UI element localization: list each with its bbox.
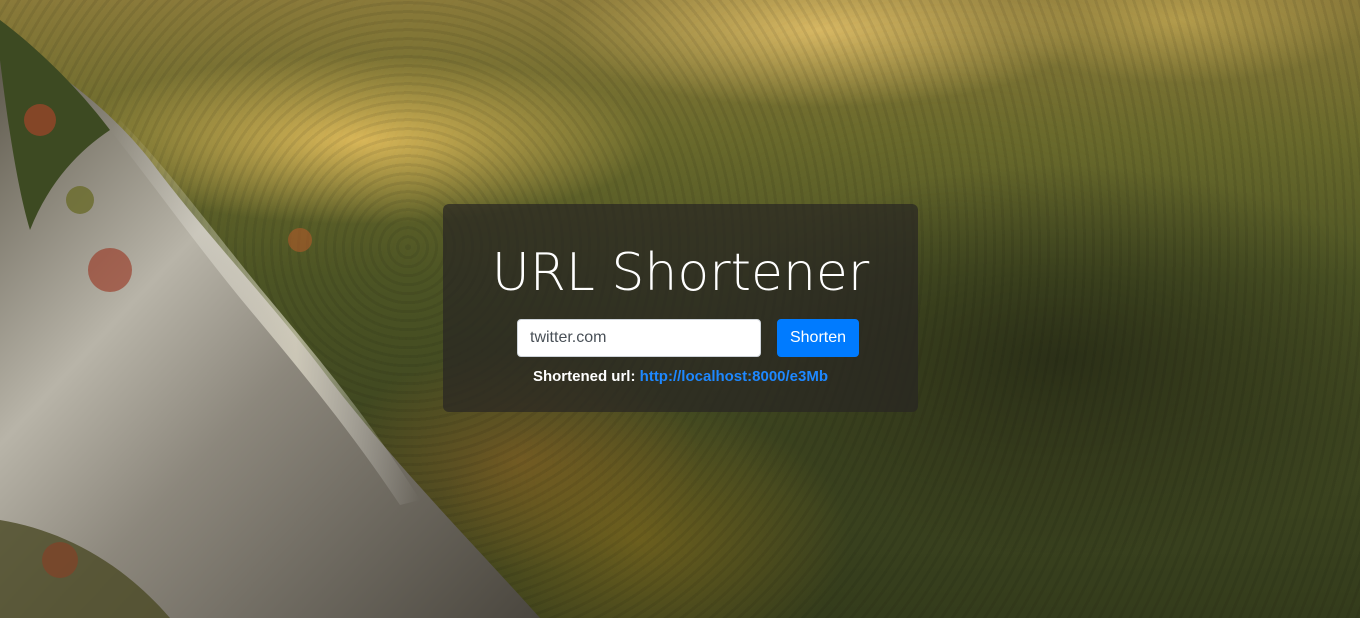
shorten-button[interactable]: Shorten — [777, 319, 859, 357]
page: URL Shortener Shorten Shortened url: htt… — [0, 0, 1360, 618]
shortener-card: URL Shortener Shorten Shortened url: htt… — [443, 204, 918, 412]
shortened-url-label: Shortened url: — [532, 368, 636, 385]
shortened-url-link[interactable]: http://localhost:8000/e3Mb — [640, 368, 828, 385]
url-input[interactable] — [517, 319, 761, 357]
page-title: URL Shortener — [491, 243, 870, 303]
shortened-url-result: Shortened url: http://localhost:8000/e3M… — [443, 368, 918, 385]
